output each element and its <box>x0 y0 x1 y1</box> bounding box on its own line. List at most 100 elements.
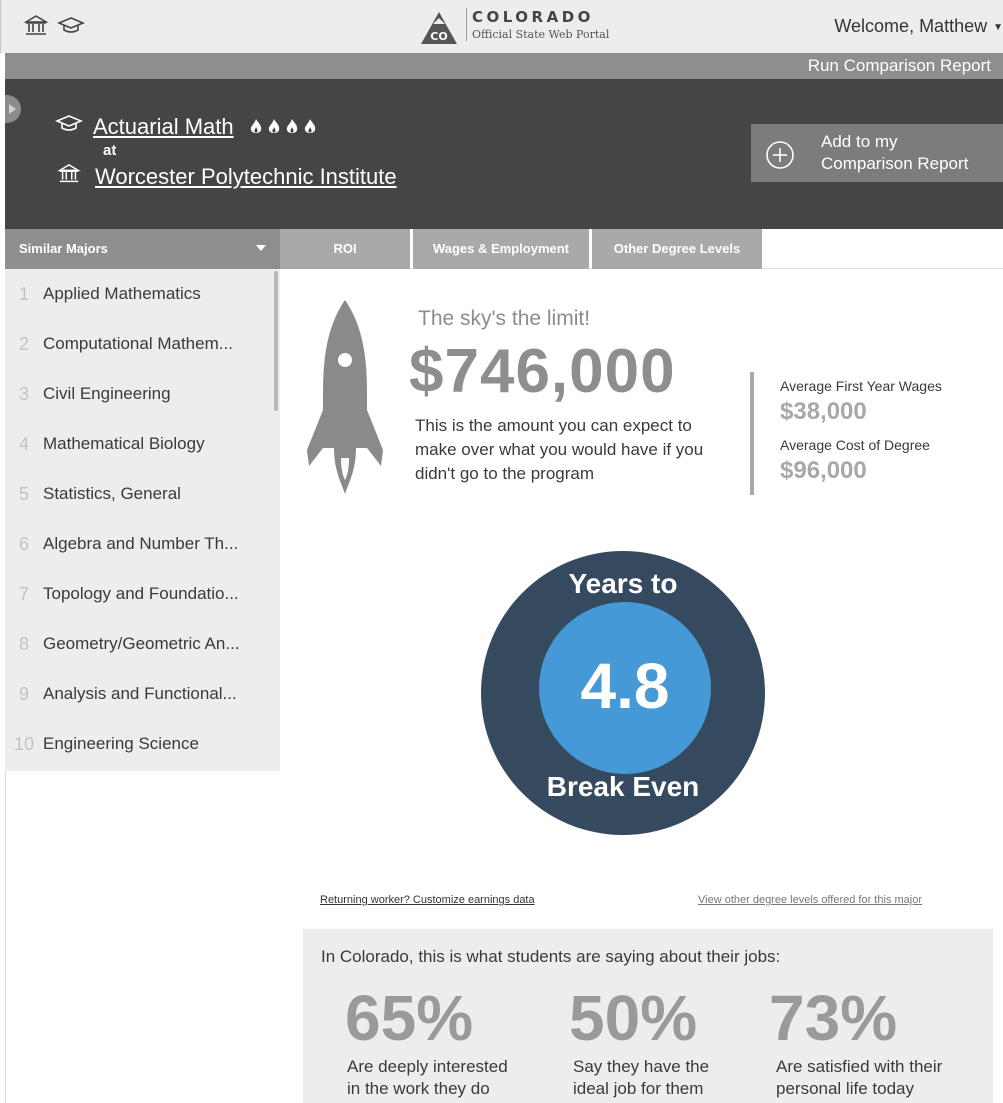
tab-bar: Similar Majors ROI Wages & Employment Ot… <box>5 229 1003 269</box>
survey-stat-line: Are deeply interested <box>347 1057 508 1076</box>
institution-icon[interactable] <box>23 14 49 38</box>
add-button-label: Add to my Comparison Report <box>821 131 968 175</box>
sidebar-scrollbar[interactable] <box>274 271 278 411</box>
left-border <box>5 771 6 1103</box>
break-even-years-value: 4.8 <box>580 650 670 722</box>
co-logo-mark: CO <box>430 30 447 43</box>
break-even-inner-circle: 4.8 <box>539 602 711 774</box>
flame-rating <box>248 118 318 136</box>
institution-icon <box>55 163 83 190</box>
sidebar-toggle-tab[interactable] <box>5 95 21 123</box>
item-number: 4 <box>18 433 29 454</box>
item-name: Algebra and Number Th... <box>43 534 239 553</box>
item-name: Topology and Foundatio... <box>43 584 239 603</box>
item-number: 2 <box>18 333 29 354</box>
tab-roi[interactable]: ROI <box>280 229 410 269</box>
flame-icon <box>268 118 279 133</box>
graduation-cap-icon <box>54 113 84 140</box>
at-label: at <box>103 142 117 159</box>
item-name: Civil Engineering <box>43 384 171 403</box>
item-number: 8 <box>18 633 29 654</box>
similar-majors-label: Similar Majors <box>19 241 108 256</box>
chevron-down-icon: ▼ <box>993 21 1003 33</box>
item-number: 6 <box>18 533 29 554</box>
item-number: 9 <box>18 683 29 704</box>
break-even-badge: Years to 4.8 Break Even <box>481 551 765 835</box>
list-item[interactable]: 10 Engineering Science <box>5 719 280 769</box>
top-header: CO COLORADO Official State Web Portal We… <box>0 0 1003 53</box>
plus-circle-icon <box>765 140 795 175</box>
similar-majors-dropdown[interactable]: Similar Majors <box>5 229 280 269</box>
item-number: 10 <box>13 733 35 754</box>
major-link[interactable]: Actuarial Math <box>93 114 234 140</box>
portal-subtitle: Official State Web Portal <box>472 28 610 41</box>
rocket-icon <box>305 298 385 499</box>
survey-heading: In Colorado, this is what students are s… <box>321 947 781 966</box>
roi-tagline: The sky's the limit! <box>418 307 591 330</box>
tab-wages-employment[interactable]: Wages & Employment <box>413 229 589 269</box>
student-survey-panel: In Colorado, this is what students are s… <box>303 929 993 1103</box>
item-name: Applied Mathematics <box>43 284 201 303</box>
list-item[interactable]: 3 Civil Engineering <box>5 369 280 419</box>
list-item[interactable]: 6 Algebra and Number Th... <box>5 519 280 569</box>
portal-title: COLORADO <box>472 8 594 26</box>
survey-stat-percent: 50% <box>569 982 698 1054</box>
first-year-wages-value: $38,000 <box>780 398 867 425</box>
item-name: Engineering Science <box>43 734 199 753</box>
survey-stat-line: Are satisfied with their <box>776 1057 943 1076</box>
break-even-bottom-label: Break Even <box>546 771 700 802</box>
run-comparison-report-link[interactable]: Run Comparison Report <box>808 56 991 76</box>
list-item[interactable]: 4 Mathematical Biology <box>5 419 280 469</box>
survey-stat-percent: 73% <box>769 982 898 1054</box>
roi-description: This is the amount you can expect to mak… <box>415 416 704 483</box>
program-hero: Actuarial Math at Worcester Polytechnic … <box>5 79 1003 229</box>
break-even-top-label: Years to <box>568 568 678 599</box>
item-name: Mathematical Biology <box>43 434 205 453</box>
major-row: Actuarial Math <box>54 113 318 140</box>
colorado-logo[interactable]: CO <box>419 10 459 46</box>
list-item[interactable]: 1 Applied Mathematics <box>5 269 280 319</box>
tab-other-degree-levels[interactable]: Other Degree Levels <box>592 229 762 269</box>
portal-title-block: COLORADO Official State Web Portal <box>466 8 609 41</box>
item-name: Analysis and Functional... <box>43 684 237 703</box>
add-to-comparison-button[interactable]: Add to my Comparison Report <box>751 124 1003 182</box>
add-button-line2: Comparison Report <box>821 154 969 173</box>
item-number: 5 <box>18 483 29 504</box>
list-item[interactable]: 2 Computational Mathem... <box>5 319 280 369</box>
header-icons <box>23 14 86 38</box>
roi-amount: $746,000 <box>409 337 676 406</box>
customize-earnings-link[interactable]: Returning worker? Customize earnings dat… <box>320 894 535 906</box>
item-name: Statistics, General <box>43 484 181 503</box>
survey-stat-line: Say they have the <box>573 1057 710 1076</box>
item-name: Geometry/Geometric An... <box>43 634 240 653</box>
flame-icon <box>250 118 261 133</box>
item-number: 7 <box>18 583 29 604</box>
list-item[interactable]: 9 Analysis and Functional... <box>5 669 280 719</box>
cost-of-degree-value: $96,000 <box>780 457 867 484</box>
list-item[interactable]: 8 Geometry/Geometric An... <box>5 619 280 669</box>
survey-stat-label: Are satisfied with their personal life t… <box>776 1056 976 1100</box>
item-name: Computational Mathem... <box>43 334 233 353</box>
comparison-bar: Run Comparison Report <box>5 53 1003 79</box>
list-item[interactable]: 5 Statistics, General <box>5 469 280 519</box>
school-link[interactable]: Worcester Polytechnic Institute <box>95 164 397 190</box>
flame-icon <box>304 118 315 133</box>
item-number: 1 <box>18 283 29 304</box>
similar-majors-list: 1 Applied Mathematics 2 Computational Math… <box>5 269 280 771</box>
first-year-wages-label: Average First Year Wages <box>780 378 942 394</box>
survey-stat-label: Say they have the ideal job for them <box>573 1056 773 1100</box>
add-button-line1: Add to my <box>821 132 898 151</box>
item-number: 3 <box>18 383 29 404</box>
survey-stat-line: in the work they do <box>347 1079 490 1098</box>
survey-stat-label: Are deeply interested in the work they d… <box>347 1056 547 1100</box>
user-menu[interactable]: Welcome, Matthew ▼ <box>834 16 1003 37</box>
welcome-text: Welcome, Matthew <box>834 16 988 36</box>
school-row: Worcester Polytechnic Institute <box>55 163 397 190</box>
stats-divider <box>750 372 754 495</box>
list-item[interactable]: 7 Topology and Foundatio... <box>5 569 280 619</box>
other-degree-levels-link[interactable]: View other degree levels offered for thi… <box>698 894 922 906</box>
graduation-cap-icon[interactable] <box>56 14 86 38</box>
survey-stat-line: personal life today <box>776 1079 914 1098</box>
survey-stat-percent: 65% <box>345 982 474 1054</box>
cost-of-degree-label: Average Cost of Degree <box>780 437 930 453</box>
